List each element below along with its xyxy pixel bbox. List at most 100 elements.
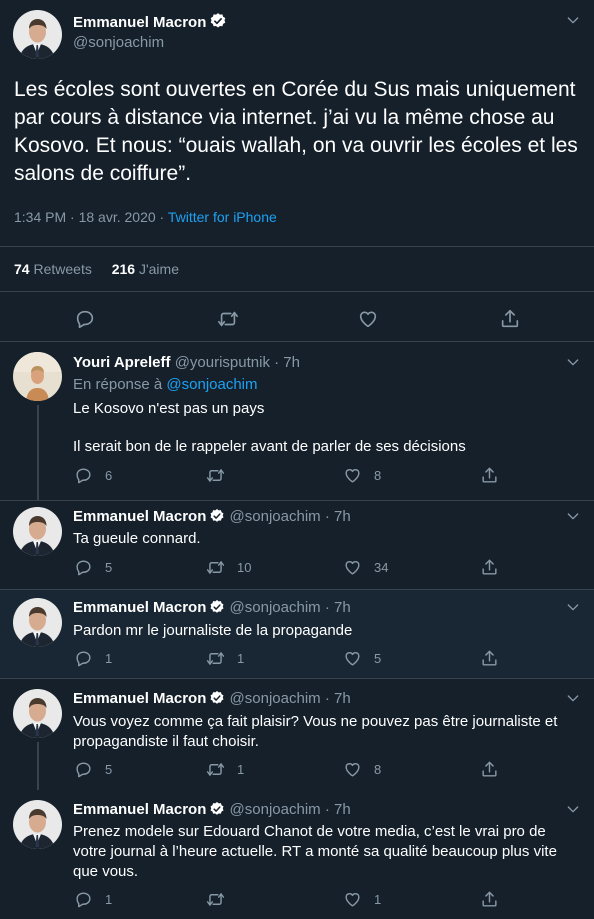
timestamp[interactable]: 1:34 PM · 18 avr. 2020 · — [14, 209, 168, 225]
tweet-text-line: Le Kosovo n'est pas un pays — [73, 400, 265, 417]
share-icon[interactable] — [480, 649, 499, 668]
retweets-stat[interactable]: 74 Retweets — [14, 261, 92, 277]
reply-icon — [74, 890, 93, 909]
author-line: Emmanuel Macron @sonjoachim · 7h — [73, 801, 351, 818]
in-reply-prefix: En réponse à — [73, 376, 167, 393]
avatar[interactable] — [13, 352, 62, 401]
reply-action[interactable]: 6 — [74, 466, 112, 485]
author-name[interactable]: Emmanuel Macron — [73, 14, 206, 31]
tweet-text: Prenez modele sur Edouard Chanot de votr… — [73, 823, 557, 880]
verified-badge-icon — [209, 599, 225, 615]
reply-action[interactable]: 1 — [74, 890, 112, 909]
verified-badge-icon — [209, 508, 225, 524]
reply-icon[interactable] — [74, 308, 96, 330]
reply-icon — [74, 649, 93, 668]
retweet-action[interactable]: 1 — [206, 649, 244, 668]
retweet-action[interactable] — [206, 890, 237, 909]
reply-count: 5 — [105, 560, 113, 575]
reply-action[interactable]: 5 — [74, 760, 112, 779]
like-icon — [343, 890, 362, 909]
share-icon[interactable] — [480, 760, 499, 779]
verified-badge-icon — [209, 801, 225, 817]
tweet-meta: 1:34 PM · 18 avr. 2020 · Twitter for iPh… — [14, 209, 277, 225]
chevron-down-icon[interactable] — [565, 801, 581, 817]
author-line: Youri Apreleff @yourisputnik · 7h — [73, 354, 300, 371]
likes-label: J'aime — [138, 261, 179, 277]
thread-line — [37, 405, 39, 501]
reply-count: 5 — [105, 762, 113, 777]
author-name[interactable]: Youri Apreleff — [73, 354, 171, 371]
chevron-down-icon[interactable] — [565, 690, 581, 706]
tweet-text: Vous voyez comme ça fait plaisir? Vous n… — [73, 713, 558, 750]
retweet-count: 10 — [237, 560, 252, 575]
retweet-icon — [206, 466, 225, 485]
divider — [0, 291, 594, 292]
chevron-down-icon[interactable] — [565, 508, 581, 524]
tweet-text: Ta gueule connard. — [73, 530, 201, 547]
tweet-text: Les écoles sont ouvertes en Corée du Sus… — [14, 78, 578, 185]
author-name[interactable]: Emmanuel Macron — [73, 599, 206, 616]
share-icon[interactable] — [480, 890, 499, 909]
avatar[interactable] — [13, 507, 62, 556]
reply-action[interactable]: 5 — [74, 558, 112, 577]
divider — [0, 341, 594, 342]
divider — [0, 678, 594, 679]
author-line: Emmanuel Macron — [73, 12, 227, 32]
like-count: 1 — [374, 892, 382, 907]
avatar[interactable] — [13, 800, 62, 849]
avatar[interactable] — [13, 10, 62, 59]
verified-badge-icon — [209, 690, 225, 706]
chevron-down-icon[interactable] — [565, 599, 581, 615]
retweet-action[interactable]: 1 — [206, 760, 244, 779]
like-action[interactable]: 5 — [343, 649, 381, 668]
in-reply-handle[interactable]: @sonjoachim — [166, 376, 257, 393]
author-handle[interactable]: @sonjoachim — [73, 34, 164, 51]
retweet-icon — [206, 760, 225, 779]
reply-icon — [74, 558, 93, 577]
like-icon — [343, 466, 362, 485]
tweet-text-line: Il serait bon de le rappeler avant de pa… — [73, 438, 466, 455]
handle-time[interactable]: @sonjoachim · 7h — [230, 599, 351, 616]
verified-badge-icon — [209, 12, 227, 30]
retweet-icon — [206, 649, 225, 668]
retweet-icon — [206, 890, 225, 909]
like-icon[interactable] — [357, 308, 379, 330]
retweet-action[interactable] — [206, 466, 237, 485]
likes-stat[interactable]: 216 J'aime — [112, 261, 179, 277]
author-line: Emmanuel Macron @sonjoachim · 7h — [73, 599, 351, 616]
author-name[interactable]: Emmanuel Macron — [73, 801, 206, 818]
reply-count: 1 — [105, 651, 113, 666]
retweet-icon[interactable] — [217, 308, 239, 330]
author-line: Emmanuel Macron @sonjoachim · 7h — [73, 690, 351, 707]
reply-count: 1 — [105, 892, 113, 907]
handle-time[interactable]: @sonjoachim · 7h — [230, 801, 351, 818]
source-link[interactable]: Twitter for iPhone — [168, 209, 277, 225]
reply-count: 6 — [105, 468, 113, 483]
tweet-text: Pardon mr le journaliste de la propagand… — [73, 622, 353, 639]
avatar[interactable] — [13, 598, 62, 647]
avatar[interactable] — [13, 689, 62, 738]
retweets-label: Retweets — [33, 261, 92, 277]
handle-time[interactable]: @sonjoachim · 7h — [230, 690, 351, 707]
like-action[interactable]: 8 — [343, 466, 381, 485]
author-name[interactable]: Emmanuel Macron — [73, 690, 206, 707]
like-action[interactable]: 34 — [343, 558, 388, 577]
chevron-down-icon[interactable] — [565, 12, 581, 28]
retweet-action[interactable]: 10 — [206, 558, 251, 577]
author-name[interactable]: Emmanuel Macron — [73, 508, 206, 525]
share-icon[interactable] — [499, 308, 521, 330]
like-count: 34 — [374, 560, 389, 575]
share-icon[interactable] — [480, 558, 499, 577]
divider — [0, 246, 594, 247]
handle-time[interactable]: @sonjoachim · 7h — [230, 508, 351, 525]
like-action[interactable]: 1 — [343, 890, 381, 909]
chevron-down-icon[interactable] — [565, 354, 581, 370]
retweet-icon — [206, 558, 225, 577]
share-icon[interactable] — [480, 466, 499, 485]
reply-action[interactable]: 1 — [74, 649, 112, 668]
handle-time[interactable]: @yourisputnik · 7h — [175, 354, 300, 371]
author-line: Emmanuel Macron @sonjoachim · 7h — [73, 508, 351, 525]
like-action[interactable]: 8 — [343, 760, 381, 779]
like-icon — [343, 760, 362, 779]
divider — [0, 500, 594, 501]
